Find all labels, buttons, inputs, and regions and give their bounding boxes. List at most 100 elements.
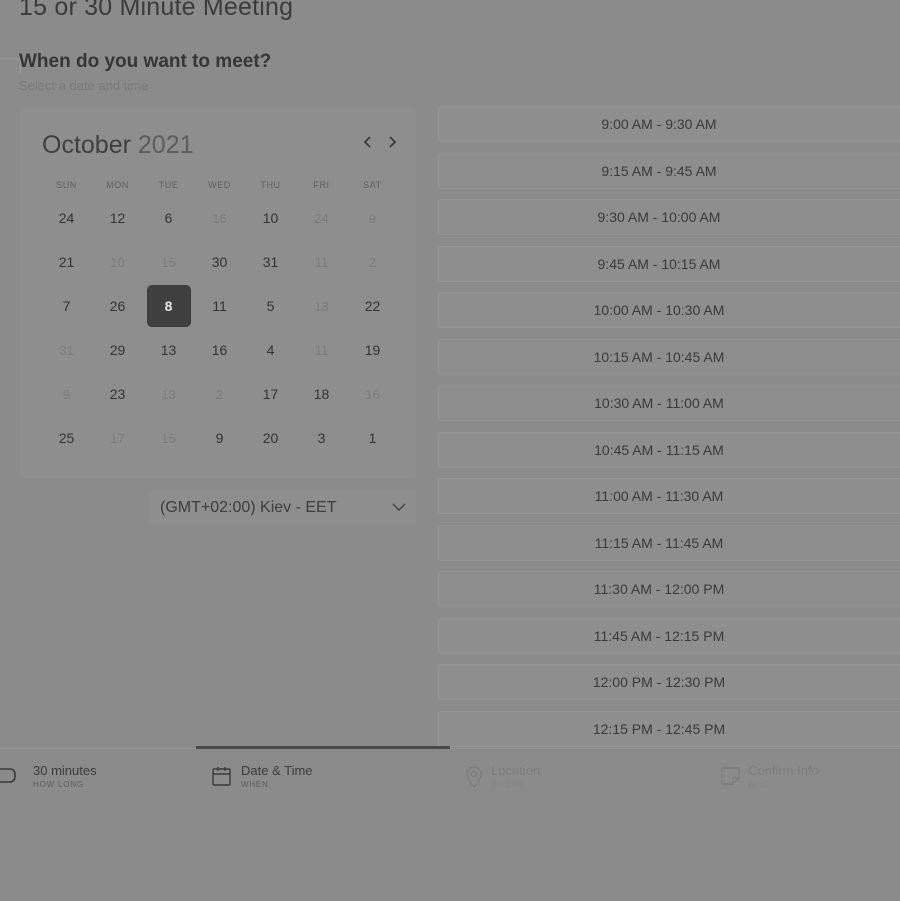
step-title: Location <box>491 763 541 778</box>
calendar-day-number: 2 <box>368 254 377 270</box>
calendar-day[interactable]: 16 <box>194 328 245 372</box>
section-heading: When do you want to meet? <box>19 51 272 72</box>
calendar-day[interactable]: 1 <box>347 416 398 460</box>
calendar-day-number: 15 <box>161 254 176 270</box>
calendar-day[interactable]: 13 <box>143 328 194 372</box>
calendar-day: 16 <box>194 196 245 240</box>
calendar-day: 11 <box>296 240 347 284</box>
time-slot-button[interactable]: 12:15 PM - 12:45 PM <box>438 710 900 747</box>
time-slot-button[interactable]: 10:45 AM - 11:15 AM <box>438 431 900 468</box>
calendar-day-number: 11 <box>212 298 227 314</box>
weekday-label: SAT <box>363 180 382 190</box>
calendar-month-year: October 2021 <box>42 131 194 160</box>
prev-month-icon[interactable] <box>358 134 378 154</box>
step-subtitle: WHO <box>748 780 770 789</box>
calendar-day-number: 21 <box>58 254 75 270</box>
time-slot-button[interactable]: 12:00 PM - 12:30 PM <box>438 664 900 700</box>
calendar-day[interactable]: 30 <box>194 240 245 284</box>
calendar-day[interactable]: 17 <box>245 372 296 416</box>
calendar-day[interactable]: 22 <box>347 284 398 328</box>
time-slot-button[interactable]: 10:15 AM - 10:45 AM <box>438 338 900 375</box>
timezone-value: (GMT+02:00) Kiev - EET <box>160 499 337 516</box>
calendar-day-number: 4 <box>266 342 275 358</box>
calendar-month: October <box>42 131 131 159</box>
time-slot-button[interactable]: 9:45 AM - 10:15 AM <box>438 245 900 282</box>
confirm-note-icon <box>720 765 742 792</box>
time-slot-list: 9:00 AM - 9:30 AM 9:15 AM - 9:45 AM 9:30 A… <box>438 106 900 757</box>
time-slot-button[interactable]: 9:00 AM - 9:30 AM <box>438 106 900 142</box>
calendar-day-number: 23 <box>109 386 126 402</box>
section-subheading: Select a date and time <box>19 78 149 93</box>
calendar-day[interactable]: 31 <box>245 240 296 284</box>
weekday-label: THU <box>260 180 281 190</box>
calendar-day-number: 10 <box>262 210 279 226</box>
time-slot-button[interactable]: 9:30 AM - 10:00 AM <box>438 199 900 235</box>
calendar-day[interactable]: 18 <box>296 372 347 416</box>
calendar-day-number: 8 <box>147 286 190 326</box>
calendar-day-number: 24 <box>58 210 75 226</box>
calendar-day[interactable]: 25 <box>41 416 92 460</box>
next-month-icon[interactable] <box>382 134 402 154</box>
calendar-day[interactable]: 24 <box>41 196 92 240</box>
calendar-day[interactable]: 19 <box>347 328 398 372</box>
calendar-day-number: 26 <box>109 298 126 314</box>
calendar-day-number: 29 <box>109 342 126 358</box>
calendar-day[interactable]: 10 <box>245 196 296 240</box>
calendar-day: 11 <box>296 328 347 372</box>
calendar-day-number: 6 <box>164 210 173 226</box>
calendar-day-number: 31 <box>59 342 74 358</box>
calendar-day-number: 13 <box>161 386 176 402</box>
calendar-day-number: 17 <box>110 430 125 446</box>
time-slot-button[interactable]: 11:00 AM - 11:30 AM <box>438 478 900 514</box>
time-slot-button[interactable]: 11:45 AM - 12:15 PM <box>438 617 900 654</box>
steps-progress-indicator <box>196 746 450 749</box>
calendar-day-number: 13 <box>314 298 329 314</box>
calendar-day[interactable]: 12 <box>92 196 143 240</box>
weekday-label: SUN <box>56 180 77 190</box>
calendar-day-number: 19 <box>364 342 381 358</box>
calendar-day: 31 <box>41 328 92 372</box>
calendar-day[interactable]: 9 <box>194 416 245 460</box>
calendar-day-number: 17 <box>262 386 279 402</box>
calendar-day-number: 9 <box>215 430 224 446</box>
time-slot-button[interactable]: 10:30 AM - 11:00 AM <box>438 385 900 421</box>
calendar-day-number: 30 <box>211 254 228 270</box>
calendar-day[interactable]: 21 <box>41 240 92 284</box>
calendar-day-number: 31 <box>262 254 279 270</box>
calendar-day[interactable]: 11 <box>194 284 245 328</box>
calendar-day[interactable]: 4 <box>245 328 296 372</box>
weekday-label: FRI <box>313 180 330 190</box>
edge-decoration <box>0 58 21 73</box>
calendar-day-number: 9 <box>368 210 377 226</box>
time-slot-button[interactable]: 10:00 AM - 10:30 AM <box>438 292 900 328</box>
location-pin-icon <box>463 765 485 794</box>
calendar-day-number: 11 <box>314 342 329 358</box>
calendar-day[interactable]: 6 <box>143 196 194 240</box>
calendar-day-number: 3 <box>317 430 326 446</box>
calendar-day-number: 25 <box>58 430 75 446</box>
duration-icon <box>0 765 24 790</box>
calendar-day: 24 <box>296 196 347 240</box>
steps-bar: 30 minutes HOW LONG Date & Time WHEN Loc… <box>0 746 900 901</box>
calendar-day-number: 20 <box>262 430 279 446</box>
calendar-day[interactable]: 3 <box>296 416 347 460</box>
calendar-day: 2 <box>347 240 398 284</box>
calendar-day-number: 16 <box>211 342 228 358</box>
calendar-day-number: 12 <box>109 210 126 226</box>
calendar-grid: SUN MON TUE WED THU FRI SAT 24 12 6 16 10 24 9 21 10 15 3… <box>41 174 398 460</box>
step-title: Confirm Info <box>748 763 819 778</box>
timezone-select[interactable]: (GMT+02:00) Kiev - EET <box>149 491 416 524</box>
calendar-day[interactable]: 26 <box>92 284 143 328</box>
calendar-day-number: 15 <box>161 430 176 446</box>
calendar-day[interactable]: 5 <box>245 284 296 328</box>
calendar-day: 15 <box>143 240 194 284</box>
calendar-day-selected[interactable]: 8 <box>143 284 194 328</box>
calendar-day[interactable]: 29 <box>92 328 143 372</box>
time-slot-button[interactable]: 9:15 AM - 9:45 AM <box>438 152 900 189</box>
time-slot-button[interactable]: 11:15 AM - 11:45 AM <box>438 524 900 561</box>
time-slot-button[interactable]: 11:30 AM - 12:00 PM <box>438 571 900 607</box>
calendar-day[interactable]: 23 <box>92 372 143 416</box>
calendar-day: 17 <box>92 416 143 460</box>
calendar-day[interactable]: 7 <box>41 284 92 328</box>
calendar-day[interactable]: 20 <box>245 416 296 460</box>
